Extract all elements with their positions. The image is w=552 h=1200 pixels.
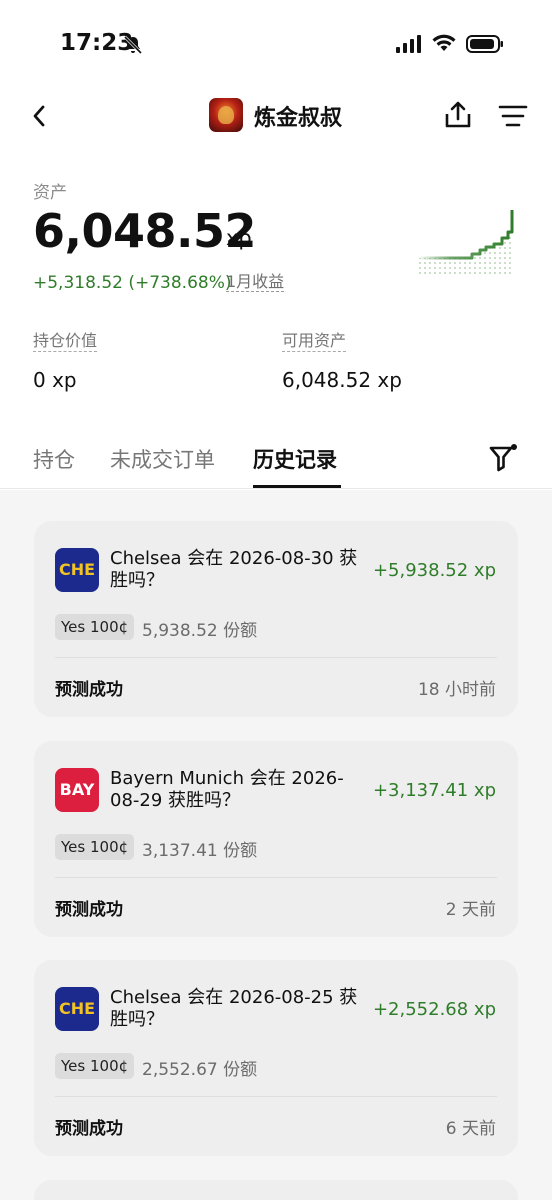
market-title: Chelsea 会在 2026-08-25 获胜吗？ — [110, 987, 358, 1030]
divider — [55, 877, 497, 878]
result-status: 预测成功 — [55, 900, 123, 920]
market-title: Bayern Munich 会在 2026-08-29 获胜吗？ — [110, 768, 344, 811]
market-title: Chelsea 会在 2026-08-30 获胜吗？ — [110, 548, 358, 591]
period-selector[interactable]: 1月收益 — [226, 273, 285, 292]
divider — [55, 657, 497, 658]
menu-icon[interactable] — [498, 102, 528, 130]
team-badge: CHE — [55, 987, 99, 1031]
divider — [55, 1096, 497, 1097]
result-status: 预测成功 — [55, 1119, 123, 1139]
assets-value: 6,048.52 — [33, 204, 257, 258]
outcome-chip: Yes 100¢ — [55, 834, 135, 860]
status-bar: 17:23 — [0, 0, 552, 90]
tab-history[interactable]: 历史记录 — [253, 444, 337, 474]
outcome-chip: Yes 100¢ — [55, 614, 135, 640]
sparkline-chart — [418, 210, 514, 276]
position-value-label: 持仓价值 — [33, 331, 98, 352]
chevron-left-icon[interactable] — [28, 102, 52, 130]
username: 炼金叔叔 — [254, 106, 343, 131]
history-list: CHE Chelsea 会在 2026-08-30 获胜吗？ +5,938.52… — [0, 490, 552, 1200]
tab-positions[interactable]: 持仓 — [33, 444, 75, 474]
battery-icon — [466, 35, 503, 53]
team-badge: BAY — [55, 768, 99, 812]
share-icon[interactable] — [443, 100, 473, 130]
position-value: 0 xp — [33, 368, 77, 392]
payout-amount: +5,938.52 xp — [372, 560, 496, 581]
bell-off-icon — [123, 35, 143, 55]
assets-label: 资产 — [33, 183, 67, 203]
team-badge: CHE — [55, 548, 99, 592]
available-assets-value: 6,048.52 xp — [282, 368, 402, 392]
tab-active-indicator — [253, 485, 341, 488]
shares-count: 3,137.41 份额 — [142, 841, 258, 861]
history-card-partial[interactable] — [34, 1180, 518, 1200]
history-card[interactable]: CHE Chelsea 会在 2026-08-30 获胜吗？ +5,938.52… — [34, 521, 518, 717]
shares-count: 5,938.52 份额 — [142, 621, 258, 641]
time-ago: 2 天前 — [445, 900, 496, 920]
shares-count: 2,552.67 份额 — [142, 1060, 258, 1080]
outcome-chip: Yes 100¢ — [55, 1053, 135, 1079]
filter-icon[interactable] — [488, 442, 520, 474]
assets-unit: xp — [226, 226, 252, 250]
wifi-icon — [432, 34, 456, 51]
result-status: 预测成功 — [55, 680, 123, 700]
profile-header: 炼金叔叔 — [0, 90, 552, 150]
time-ago: 6 天前 — [445, 1119, 496, 1139]
avatar — [209, 98, 243, 132]
assets-gain: +5,318.52 (+738.68%) — [33, 273, 232, 293]
available-assets-label: 可用资产 — [282, 331, 347, 352]
time-ago: 18 小时前 — [417, 680, 496, 700]
payout-amount: +2,552.68 xp — [372, 999, 496, 1020]
tab-open-orders[interactable]: 未成交订单 — [110, 444, 215, 474]
history-card[interactable]: CHE Chelsea 会在 2026-08-25 获胜吗？ +2,552.68… — [34, 960, 518, 1156]
tab-bar: 持仓 未成交订单 历史记录 — [0, 430, 552, 489]
history-card[interactable]: BAY Bayern Munich 会在 2026-08-29 获胜吗？ +3,… — [34, 741, 518, 937]
payout-amount: +3,137.41 xp — [372, 780, 496, 801]
signal-icon — [396, 35, 421, 53]
